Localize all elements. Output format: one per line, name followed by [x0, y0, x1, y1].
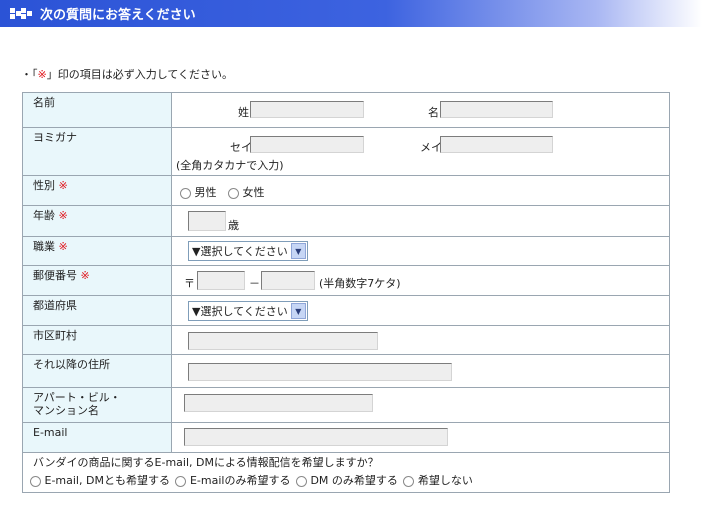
row-building: アパート・ビル・ マンション名: [22, 387, 670, 423]
required-mark: ※: [58, 179, 68, 192]
row-age: 年齢 ※ 歳: [22, 205, 670, 237]
kana-hint: (全角カタカナで入力): [176, 159, 284, 172]
row-gender: 性別 ※ 男性 女性: [22, 175, 670, 206]
radio-female[interactable]: [228, 187, 239, 199]
row-address: それ以降の住所: [22, 354, 670, 388]
registration-form: 名前 姓 名 ヨミガナ セイ メイ (全角カタカナで入力) 性別 ※ 男性 女性…: [22, 92, 670, 493]
label-prefecture: 都道府県: [22, 295, 172, 326]
section-title: 次の質問にお答えください: [40, 8, 196, 23]
age-unit: 歳: [228, 219, 239, 232]
building-input[interactable]: [184, 394, 373, 412]
prefecture-select[interactable]: ▼選択してください ▼: [188, 301, 308, 321]
label-kana: ヨミガナ: [22, 127, 172, 176]
required-note: ・「※」印の項目は必ず入力してください。: [21, 68, 234, 81]
chevron-down-icon[interactable]: ▼: [290, 303, 306, 319]
kana-mei-label: メイ: [420, 141, 442, 154]
label-job: 職業 ※: [22, 236, 172, 266]
newsletter-option-both[interactable]: E-mail, DMとも希望する: [30, 474, 170, 487]
label-age: 年齢 ※: [22, 205, 172, 237]
row-prefecture: 都道府県 ▼選択してください ▼: [22, 295, 670, 326]
required-mark: ※: [80, 269, 90, 282]
section-header: 次の質問にお答えください: [0, 0, 702, 27]
newsletter-option-none[interactable]: 希望しない: [403, 474, 473, 487]
row-name: 名前 姓 名: [22, 92, 670, 128]
postal-mark: 〒: [184, 277, 195, 290]
email-input[interactable]: [184, 428, 448, 446]
arrow-bullets-icon: [10, 7, 32, 20]
name-sei-input[interactable]: [250, 101, 364, 118]
kana-sei-label: セイ: [230, 141, 252, 154]
row-newsletter: バンダイの商品に関するE-mail, DMによる情報配信を希望しますか？ E-m…: [22, 452, 670, 493]
required-mark: ※: [58, 209, 68, 222]
label-city: 市区町村: [22, 325, 172, 355]
chevron-down-icon[interactable]: ▼: [290, 243, 306, 259]
row-postal: 郵便番号 ※ 〒 － (半角数字7ケタ): [22, 265, 670, 296]
city-input[interactable]: [188, 332, 378, 350]
name-mei-input[interactable]: [440, 101, 553, 118]
row-city: 市区町村: [22, 325, 670, 355]
postal-hint: (半角数字7ケタ): [319, 277, 401, 290]
newsletter-option-email[interactable]: E-mailのみ希望する: [175, 474, 290, 487]
label-gender: 性別 ※: [22, 175, 172, 206]
required-mark: ※: [37, 68, 47, 81]
radio-dm-only[interactable]: [295, 475, 307, 487]
newsletter-option-dm[interactable]: DM のみ希望する: [295, 474, 398, 487]
radio-both[interactable]: [30, 475, 41, 487]
postal-first-input[interactable]: [197, 271, 245, 290]
radio-email-only[interactable]: [175, 475, 187, 487]
gender-option-male[interactable]: 男性: [180, 184, 217, 200]
row-job: 職業 ※ ▼選択してください ▼: [22, 236, 670, 266]
kana-mei-input[interactable]: [440, 136, 553, 153]
postal-dash: －: [249, 277, 260, 290]
sei-label: 姓: [238, 106, 249, 119]
newsletter-question: バンダイの商品に関するE-mail, DMによる情報配信を希望しますか？: [33, 456, 379, 469]
label-address: それ以降の住所: [22, 354, 172, 388]
label-building: アパート・ビル・ マンション名: [22, 387, 172, 423]
required-mark: ※: [58, 240, 68, 253]
radio-male[interactable]: [180, 187, 191, 199]
age-input[interactable]: [188, 211, 226, 231]
kana-sei-input[interactable]: [250, 136, 364, 153]
radio-none[interactable]: [403, 475, 415, 487]
label-email: E-mail: [22, 422, 172, 453]
label-postal: 郵便番号 ※: [22, 265, 172, 296]
row-kana: ヨミガナ セイ メイ (全角カタカナで入力): [22, 127, 670, 176]
postal-second-input[interactable]: [261, 271, 315, 290]
job-select[interactable]: ▼選択してください ▼: [188, 241, 308, 261]
gender-option-female[interactable]: 女性: [228, 184, 265, 200]
row-email: E-mail: [22, 422, 670, 453]
label-name: 名前: [22, 92, 172, 128]
address-input[interactable]: [188, 363, 452, 381]
mei-label: 名: [428, 106, 439, 119]
